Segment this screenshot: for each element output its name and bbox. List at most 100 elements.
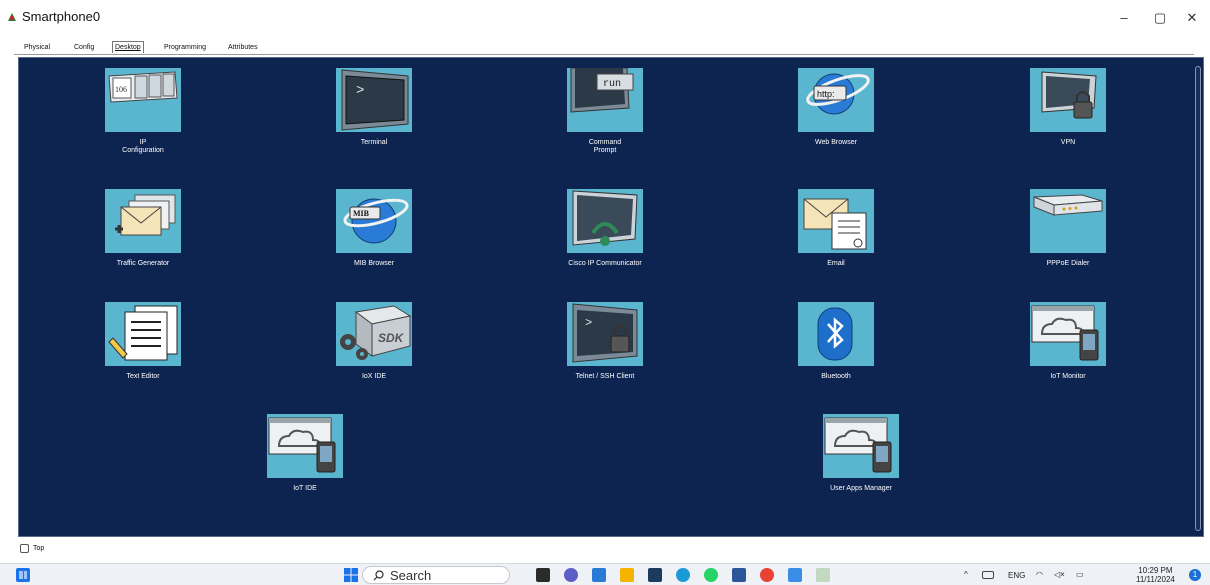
tile[interactable] (105, 189, 181, 253)
clock-date: 11/11/2024 (1136, 575, 1175, 584)
top-checkbox[interactable] (20, 544, 29, 553)
tile-text: > (585, 316, 592, 330)
tab-programming[interactable]: Programming (164, 42, 206, 54)
tile[interactable] (1030, 68, 1106, 132)
app-mib-browser[interactable]: MIB MIB Browser (336, 189, 412, 267)
app-email[interactable]: Email (798, 189, 874, 267)
window-title: Smartphone0 (22, 9, 101, 24)
notification-badge[interactable]: 1 (1189, 569, 1201, 581)
tile[interactable] (105, 302, 181, 366)
tile[interactable]: 106 (105, 68, 181, 132)
widgets-icon[interactable] (16, 568, 30, 582)
web-browser-icon: http: (806, 73, 870, 115)
title-bar: Smartphone0 – ▢ ✕ (0, 0, 1210, 34)
app-label: Cisco IP Communicator (568, 260, 642, 267)
chrome-icon[interactable] (760, 568, 774, 582)
minimize-button[interactable]: – (1114, 10, 1134, 26)
edge-browser-icon[interactable] (676, 568, 690, 582)
text-editor-icon (108, 305, 178, 361)
email-icon (803, 198, 867, 250)
windows-start-icon[interactable] (344, 568, 358, 582)
app-label: Web Browser (815, 139, 857, 146)
search-icon (373, 569, 384, 580)
app-command-prompt[interactable]: run Command Prompt (567, 68, 643, 154)
user-apps-manager-icon (824, 417, 892, 473)
app-label: Traffic Generator (116, 260, 170, 267)
app-ip-configuration[interactable]: 106 IP Configuration (105, 68, 181, 154)
app-label: Command Prompt (588, 139, 622, 154)
app-terminal[interactable]: > Terminal (336, 68, 412, 146)
tile-text: 106 (115, 85, 127, 94)
tab-config[interactable]: Config (74, 42, 94, 54)
task-view-icon[interactable] (536, 568, 550, 582)
app-text-editor[interactable]: Text Editor (105, 302, 181, 380)
tile[interactable] (823, 414, 899, 478)
tile-text: http: (817, 89, 835, 99)
traffic-generator-icon (115, 194, 176, 236)
mib-browser-icon: MIB (343, 198, 409, 244)
language-indicator[interactable]: ENG (1008, 571, 1025, 580)
app-cisco-ip-communicator[interactable]: Cisco IP Communicator (567, 189, 643, 267)
app-vpn[interactable]: VPN (1030, 68, 1106, 146)
terminal-app-icon[interactable] (648, 568, 662, 582)
whatsapp-icon[interactable] (704, 568, 718, 582)
app-traffic-generator[interactable]: Traffic Generator (105, 189, 181, 267)
cisco-ip-communicator-icon (572, 190, 638, 246)
app-pppoe-dialer[interactable]: PPPoE Dialer (1030, 189, 1106, 267)
title-wrap: Smartphone0 (6, 9, 100, 24)
taskbar-search[interactable]: Search (362, 566, 510, 584)
tab-attributes[interactable]: Attributes (228, 42, 258, 54)
iot-ide-icon (268, 417, 336, 473)
tile[interactable] (798, 189, 874, 253)
tile[interactable] (267, 414, 343, 478)
store-icon[interactable] (592, 568, 606, 582)
battery-icon[interactable]: ▭ (1076, 570, 1084, 579)
app-iox-ide[interactable]: SDK IoX IDE (336, 302, 412, 380)
clock-time: 10:29 PM (1138, 566, 1173, 575)
tile[interactable] (567, 189, 643, 253)
iox-ide-icon: SDK (340, 305, 412, 360)
teams-chat-icon[interactable] (564, 568, 578, 582)
word-icon[interactable] (732, 568, 746, 582)
tab-physical[interactable]: Physical (24, 42, 50, 54)
file-explorer-icon[interactable] (620, 568, 634, 582)
close-button[interactable]: ✕ (1182, 10, 1202, 26)
tile[interactable]: > (336, 68, 412, 132)
app-user-apps-manager[interactable]: User Apps Manager (823, 414, 899, 492)
tile[interactable]: MIB (336, 189, 412, 253)
bluetooth-icon (817, 307, 853, 361)
tile[interactable]: > (567, 302, 643, 366)
wifi-icon[interactable]: ◠ (1036, 570, 1043, 579)
tab-bar: Physical Config Desktop Programming Attr… (14, 40, 1194, 55)
tile[interactable] (1030, 302, 1106, 366)
app-label: IoX IDE (361, 373, 387, 380)
pppoe-dialer-icon (1033, 194, 1103, 216)
packet-tracer-taskbar-icon[interactable] (816, 568, 830, 582)
app-label: IP Configuration (122, 139, 164, 154)
tile[interactable] (1030, 189, 1106, 253)
app-label: VPN (1060, 139, 1076, 146)
app-label: MIB Browser (353, 260, 395, 267)
tile[interactable]: run (567, 68, 643, 132)
photos-icon[interactable] (788, 568, 802, 582)
tab-desktop[interactable]: Desktop (112, 41, 144, 53)
tile-text: run (603, 79, 621, 90)
volume-icon[interactable]: ◁× (1054, 570, 1065, 579)
tile[interactable] (798, 302, 874, 366)
ip-configuration-icon: 106 (108, 71, 178, 103)
tray-chevron-icon[interactable]: ^ (964, 570, 968, 579)
tile[interactable]: SDK (336, 302, 412, 366)
top-checkbox-label: Top (33, 545, 45, 552)
system-clock[interactable]: 10:29 PM 11/11/2024 (1136, 566, 1175, 584)
restore-button[interactable]: ▢ (1150, 10, 1170, 26)
tile[interactable]: http: (798, 68, 874, 132)
app-iot-ide[interactable]: IoT IDE (267, 414, 343, 492)
vertical-scrollbar[interactable] (1195, 66, 1201, 531)
app-label: IoT Monitor (1050, 373, 1086, 380)
app-telnet-ssh-client[interactable]: > Telnet / SSH Client (567, 302, 643, 380)
top-option[interactable]: Top (20, 544, 44, 553)
app-bluetooth[interactable]: Bluetooth (798, 302, 874, 380)
app-web-browser[interactable]: http: Web Browser (798, 68, 874, 146)
app-iot-monitor[interactable]: IoT Monitor (1030, 302, 1106, 380)
keyboard-icon[interactable] (982, 571, 994, 579)
